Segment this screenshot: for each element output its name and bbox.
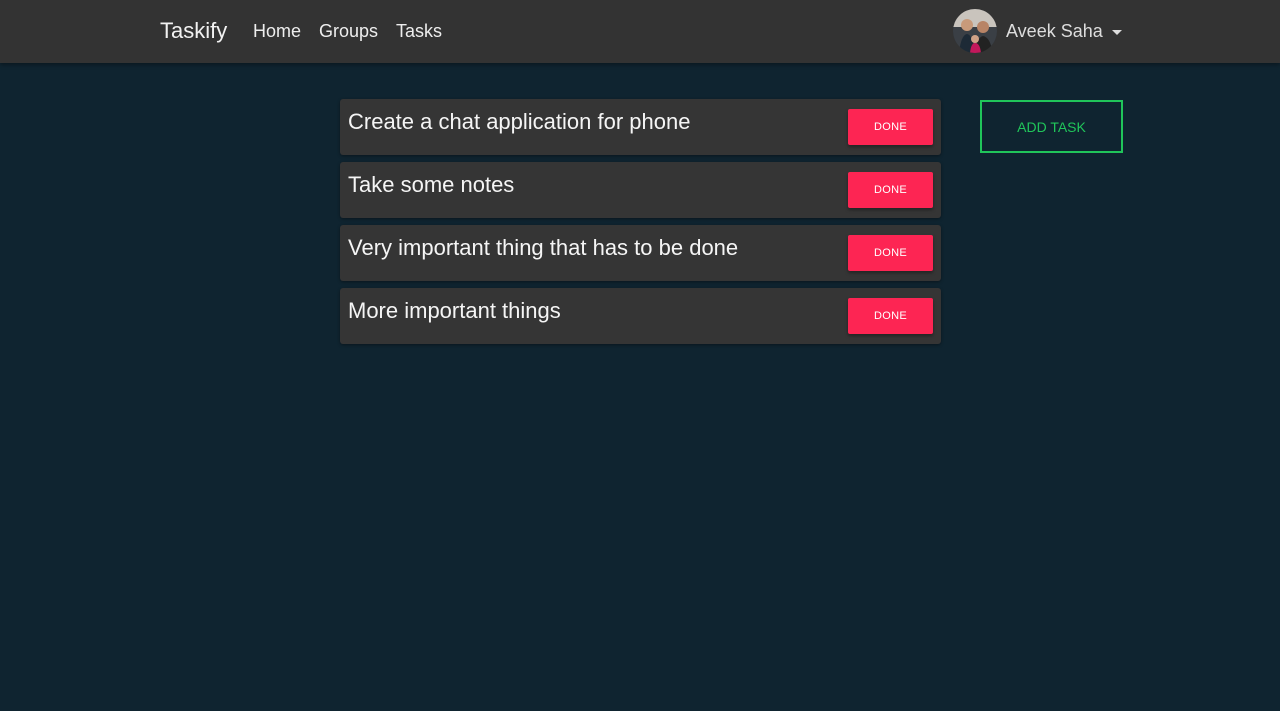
task-title: More important things [348, 298, 561, 323]
task-list: Create a chat application for phone DONE… [340, 99, 941, 351]
task-title: Very important thing that has to be done [348, 235, 739, 260]
task-card: More important things DONE [340, 288, 941, 344]
add-task-button[interactable]: ADD TASK [980, 100, 1123, 153]
navbar: Taskify Home Groups Tasks Aveek Saha [0, 0, 1280, 63]
user-avatar-icon [953, 9, 997, 53]
nav-links: Home Groups Tasks [253, 19, 442, 43]
done-button[interactable]: DONE [848, 298, 933, 334]
brand-link[interactable]: Taskify [160, 17, 227, 45]
done-button[interactable]: DONE [848, 109, 933, 145]
nav-link-groups[interactable]: Groups [319, 19, 378, 43]
task-title: Create a chat application for phone [348, 109, 691, 134]
nav-link-tasks[interactable]: Tasks [396, 19, 442, 43]
nav-link-home[interactable]: Home [253, 19, 301, 43]
avatar [953, 9, 997, 53]
task-card: Create a chat application for phone DONE [340, 99, 941, 155]
done-button[interactable]: DONE [848, 172, 933, 208]
chevron-down-icon [1111, 29, 1122, 35]
done-button[interactable]: DONE [848, 235, 933, 271]
task-card: Very important thing that has to be done… [340, 225, 941, 281]
user-menu-toggle[interactable]: Aveek Saha [953, 8, 1122, 54]
task-title: Take some notes [348, 172, 515, 197]
task-card: Take some notes DONE [340, 162, 941, 218]
user-name: Aveek Saha [1006, 20, 1103, 41]
